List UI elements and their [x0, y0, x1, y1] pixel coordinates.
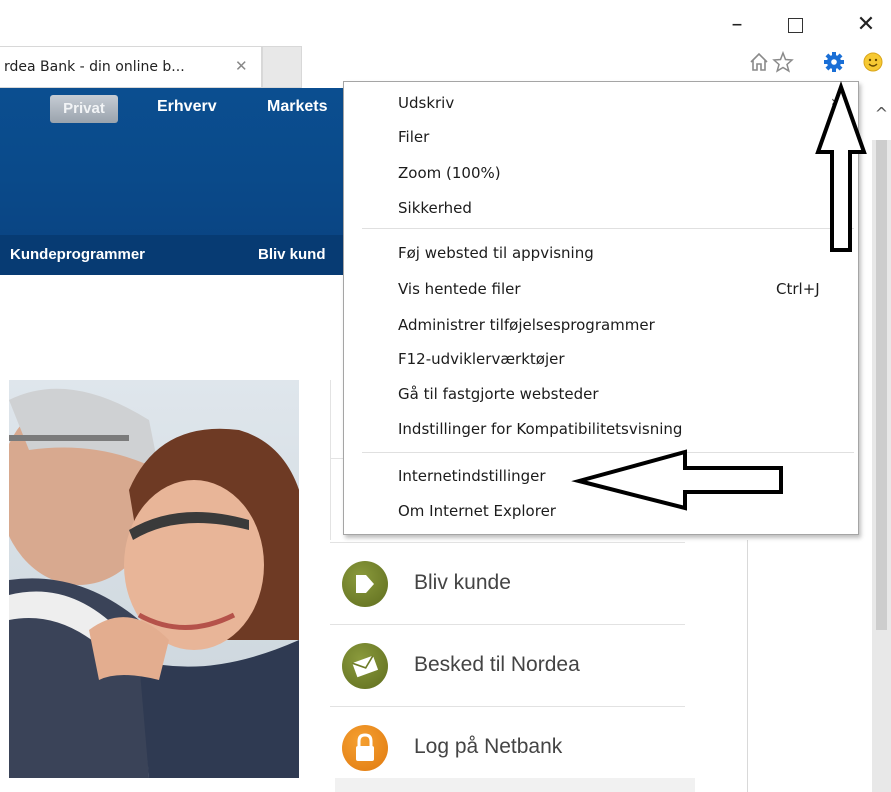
- menu-item-administrer-tilfojelser[interactable]: Administrer tilføjelsesprogrammer: [398, 316, 655, 334]
- scrollbar-thumb[interactable]: [876, 140, 887, 630]
- menu-item-foj-websted[interactable]: Føj websted til appvisning: [398, 244, 594, 262]
- annotation-arrow-left-icon: [571, 449, 783, 511]
- action-label: Bliv kunde: [414, 571, 511, 594]
- action-log-pa-netbank[interactable]: Log på Netbank: [330, 706, 685, 789]
- gear-icon[interactable]: [823, 50, 845, 74]
- divider: [747, 540, 748, 792]
- scroll-up-icon[interactable]: ^: [872, 104, 891, 123]
- menu-item-f12-udvikler[interactable]: F12-udviklerværktøjer: [398, 350, 565, 368]
- action-label: Besked til Nordea: [414, 653, 580, 676]
- padlock-icon: [342, 725, 388, 771]
- menu-item-internetindstillinger[interactable]: Internetindstillinger: [398, 467, 546, 485]
- page-scrollbar[interactable]: [872, 140, 891, 792]
- action-bliv-kunde[interactable]: Bliv kunde: [330, 542, 685, 625]
- subnav-kundeprogrammer[interactable]: Kundeprogrammer: [10, 246, 145, 263]
- menu-item-vis-hentede-filer[interactable]: Vis hentede filer: [398, 280, 521, 298]
- envelope-glyph: [352, 655, 379, 678]
- new-tab-button[interactable]: [262, 46, 302, 88]
- tab-close-button[interactable]: ✕: [235, 57, 248, 75]
- action-label: Log på Netbank: [414, 735, 563, 758]
- maximize-button[interactable]: [780, 10, 810, 40]
- minimize-button[interactable]: –: [722, 10, 752, 40]
- smiley-icon[interactable]: [862, 50, 884, 74]
- nav-privat[interactable]: Privat: [50, 95, 118, 123]
- hero-photo: [9, 380, 299, 778]
- menu-item-kompatibilitetsvisning[interactable]: Indstillinger for Kompatibilitetsvisning: [398, 420, 682, 438]
- menu-item-udskriv[interactable]: Udskriv: [398, 94, 454, 112]
- padlock-glyph: [356, 733, 374, 761]
- menu-separator: [362, 228, 854, 229]
- nav-markets[interactable]: Markets: [267, 98, 327, 116]
- home-icon[interactable]: [748, 50, 770, 74]
- action-besked-til-nordea[interactable]: Besked til Nordea: [330, 624, 685, 707]
- annotation-arrow-up-icon: [815, 81, 867, 252]
- footer-strip: [335, 778, 695, 792]
- menu-item-filer[interactable]: Filer: [398, 128, 429, 146]
- menu-item-sikkerhed[interactable]: Sikkerhed: [398, 199, 472, 217]
- tab-title: rdea Bank - din online b...: [4, 59, 185, 75]
- envelope-icon: [342, 643, 388, 689]
- arrow-right-glyph: [356, 575, 374, 593]
- star-icon[interactable]: [772, 50, 794, 74]
- shortcut-ctrl-j: Ctrl+J: [776, 280, 820, 298]
- menu-item-zoom[interactable]: Zoom (100%): [398, 164, 501, 182]
- menu-item-om-internet-explorer[interactable]: Om Internet Explorer: [398, 502, 556, 520]
- menu-item-fastgjorte-websteder[interactable]: Gå til fastgjorte websteder: [398, 385, 599, 403]
- divider: [330, 380, 331, 540]
- nav-erhverv[interactable]: Erhverv: [157, 98, 217, 116]
- arrow-right-icon: [342, 561, 388, 607]
- subnav-bliv-kunde[interactable]: Bliv kund: [258, 246, 326, 263]
- maximize-icon: [787, 18, 803, 33]
- browser-tab[interactable]: rdea Bank - din online b... ✕: [0, 46, 262, 88]
- close-window-button[interactable]: ✕: [851, 10, 881, 40]
